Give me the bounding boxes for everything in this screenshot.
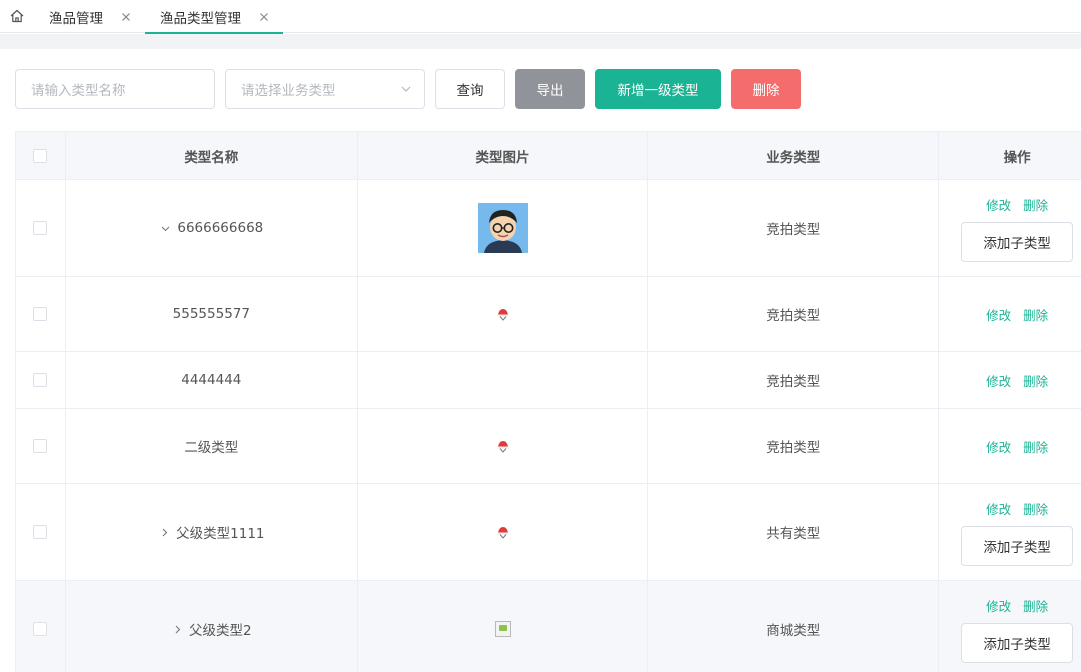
broken-image-icon [494, 621, 511, 637]
type-name: 4444444 [181, 372, 242, 388]
table-row: 二级类型 竞拍类型 修改 删除 [16, 409, 1081, 484]
delete-link[interactable]: 删除 [1023, 437, 1048, 456]
edit-link[interactable]: 修改 [986, 195, 1011, 214]
tab-fish-product-types[interactable]: 渔品类型管理 [145, 0, 283, 34]
header-type-image: 类型图片 [358, 132, 649, 179]
delete-button[interactable]: 删除 [731, 69, 801, 109]
business-type: 竞拍类型 [648, 352, 940, 408]
row-checkbox[interactable] [33, 221, 48, 235]
type-table: 类型名称 类型图片 业务类型 操作 6666666668 竞拍类型 修改 删除 … [15, 131, 1081, 672]
add-child-type-button[interactable]: 添加子类型 [961, 525, 1074, 566]
row-checkbox[interactable] [33, 439, 48, 453]
add-child-type-button[interactable]: 添加子类型 [961, 221, 1074, 262]
tab-bar: 渔品管理 渔品类型管理 [0, 0, 1081, 34]
edit-link[interactable]: 修改 [986, 437, 1011, 456]
filter-toolbar: 请输入类型名称 请选择业务类型 查询 导出 新增一级类型 删除 [15, 69, 801, 109]
type-name-input[interactable]: 请输入类型名称 [15, 69, 215, 109]
tab-label: 渔品管理 [49, 10, 103, 27]
delete-link[interactable]: 删除 [1023, 596, 1048, 615]
export-button[interactable]: 导出 [515, 69, 585, 109]
table-row: 555555577 竞拍类型 修改 删除 [16, 277, 1081, 352]
table-header: 类型名称 类型图片 业务类型 操作 [16, 132, 1081, 180]
business-type: 竞拍类型 [648, 180, 940, 276]
type-name: 二级类型 [184, 440, 239, 456]
table-row: 4444444 竞拍类型 修改 删除 [16, 352, 1081, 409]
chevron-right-icon[interactable] [158, 526, 170, 538]
delete-link[interactable]: 删除 [1023, 499, 1048, 518]
home-icon [10, 9, 24, 23]
hat-icon [497, 527, 509, 539]
close-icon[interactable] [121, 12, 131, 22]
row-checkbox[interactable] [33, 622, 48, 636]
business-type-placeholder: 请选择业务类型 [241, 83, 336, 99]
type-name-placeholder: 请输入类型名称 [31, 83, 126, 99]
hat-icon [497, 309, 509, 321]
row-checkbox[interactable] [33, 373, 48, 387]
table-row: 父级类型1111 共有类型 修改 删除 添加子类型 [16, 484, 1081, 581]
delete-link[interactable]: 删除 [1023, 305, 1048, 324]
edit-link[interactable]: 修改 [986, 596, 1011, 615]
edit-link[interactable]: 修改 [986, 305, 1011, 324]
edit-link[interactable]: 修改 [986, 371, 1011, 390]
avatar-image [477, 203, 528, 253]
query-button[interactable]: 查询 [435, 69, 505, 109]
delete-link[interactable]: 删除 [1023, 195, 1048, 214]
business-type: 商城类型 [648, 581, 940, 672]
header-operations: 操作 [1003, 149, 1031, 166]
add-child-type-button[interactable]: 添加子类型 [961, 622, 1074, 663]
chevron-down-icon [401, 86, 411, 92]
row-checkbox[interactable] [33, 525, 48, 539]
type-name: 父级类型1111 [176, 526, 265, 542]
table-row: 6666666668 竞拍类型 修改 删除 添加子类型 [16, 180, 1081, 277]
chevron-down-icon[interactable] [159, 222, 171, 234]
empty-image-cell [358, 352, 649, 408]
header-type-name: 类型名称 [66, 132, 358, 179]
edit-link[interactable]: 修改 [986, 499, 1011, 518]
content-top-band [0, 34, 1081, 49]
business-type: 竞拍类型 [648, 277, 940, 351]
business-type: 共有类型 [648, 484, 940, 580]
type-name: 555555577 [172, 306, 250, 322]
business-type: 竞拍类型 [648, 409, 940, 483]
tab-label: 渔品类型管理 [160, 10, 241, 27]
table-row: 父级类型2 商城类型 修改 删除 添加子类型 [16, 581, 1081, 672]
chevron-right-icon[interactable] [171, 623, 183, 635]
tab-fish-products[interactable]: 渔品管理 [34, 0, 145, 33]
type-name: 6666666668 [177, 220, 264, 236]
delete-link[interactable]: 删除 [1023, 371, 1048, 390]
close-icon[interactable] [259, 12, 269, 22]
row-checkbox[interactable] [33, 307, 48, 321]
header-checkbox-cell [16, 132, 66, 179]
select-all-checkbox[interactable] [33, 148, 48, 163]
hat-icon [497, 441, 509, 453]
add-top-level-type-button[interactable]: 新增一级类型 [595, 69, 721, 109]
home-tab[interactable] [0, 0, 34, 32]
type-name: 父级类型2 [189, 623, 252, 639]
business-type-select[interactable]: 请选择业务类型 [225, 69, 425, 109]
header-business-type: 业务类型 [648, 132, 940, 179]
